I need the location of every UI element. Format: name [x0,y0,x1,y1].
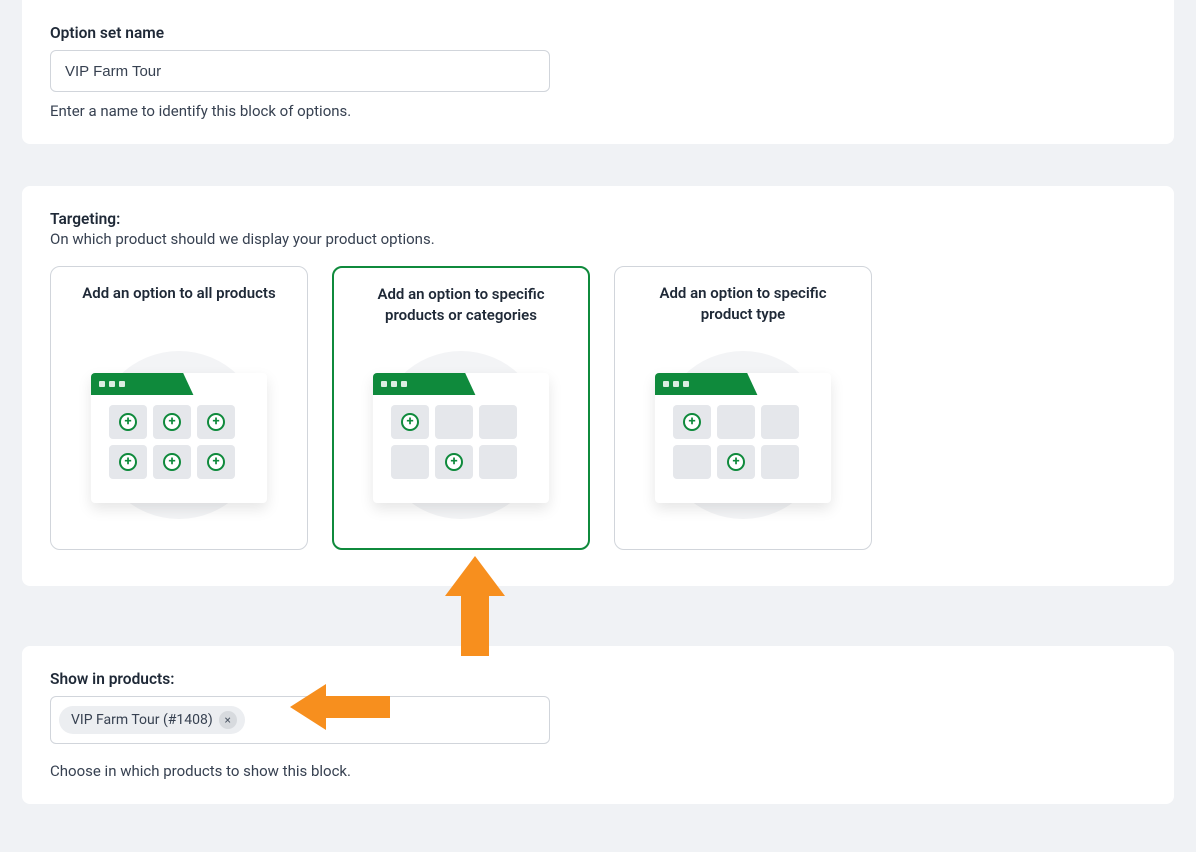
plus-icon [401,413,419,431]
option-set-name-help: Enter a name to identify this block of o… [50,102,1146,120]
show-in-products-help: Choose in which products to show this bl… [50,762,1146,780]
targeting-card-0[interactable]: Add an option to all products [50,266,308,550]
targeting-subtitle: On which product should we display your … [50,230,1146,248]
annotation-arrow-left-icon [290,684,390,730]
plus-icon [119,413,137,431]
grid-tile [479,405,517,439]
products-panel: Show in products: VIP Farm Tour (#1408) ×… [22,646,1174,804]
targeting-card-illustration [346,334,576,536]
grid-tile [435,445,473,479]
grid-tile [673,405,711,439]
grid-tile [197,445,235,479]
plus-icon [207,453,225,471]
targeting-card-2[interactable]: Add an option to specific product type [614,266,872,550]
plus-icon [163,453,181,471]
grid-tile [109,445,147,479]
grid-tile [153,445,191,479]
grid-tile [391,445,429,479]
grid-tile [479,445,517,479]
targeting-card-1[interactable]: Add an option to specific products or ca… [332,266,590,550]
targeting-card-title: Add an option to specific products or ca… [346,284,576,328]
grid-tile [109,405,147,439]
show-in-products-label: Show in products: [50,670,1146,688]
option-set-name-label: Option set name [50,24,1146,42]
grid-tile [761,405,799,439]
grid-tile [673,445,711,479]
grid-tile [197,405,235,439]
option-set-name-input[interactable] [50,50,550,92]
targeting-card-title: Add an option to all products [74,283,283,327]
targeting-card-title: Add an option to specific product type [627,283,859,327]
targeting-card-illustration [627,333,859,537]
plus-icon [683,413,701,431]
grid-tile [761,445,799,479]
product-chip: VIP Farm Tour (#1408) × [59,706,245,734]
targeting-card-illustration [63,333,295,537]
targeting-cards: Add an option to all products Add an opti… [50,266,1146,550]
option-set-panel: Option set name Enter a name to identify… [22,0,1174,144]
plus-icon [119,453,137,471]
targeting-panel: Targeting: On which product should we di… [22,186,1174,586]
grid-tile [435,405,473,439]
plus-icon [445,453,463,471]
grid-tile [153,405,191,439]
product-chip-label: VIP Farm Tour (#1408) [71,712,213,728]
grid-tile [717,445,755,479]
plus-icon [727,453,745,471]
annotation-arrow-down-icon [445,556,505,656]
grid-tile [391,405,429,439]
chip-remove-icon[interactable]: × [219,711,237,729]
plus-icon [207,413,225,431]
targeting-title: Targeting: [50,210,1146,228]
plus-icon [163,413,181,431]
grid-tile [717,405,755,439]
